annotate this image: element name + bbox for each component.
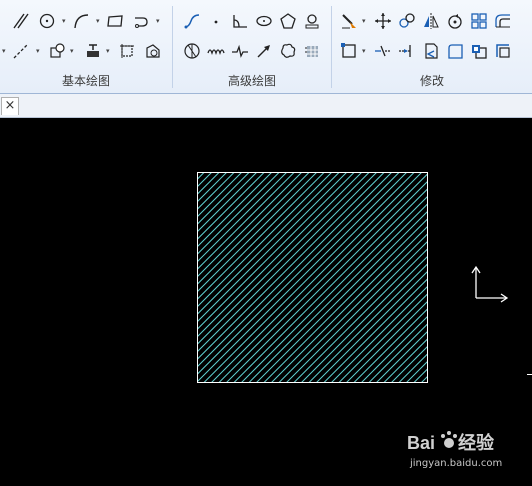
angle-dimension-icon[interactable] — [229, 10, 251, 32]
ucs-axis-icon — [471, 265, 509, 303]
scale-icon[interactable] — [492, 40, 514, 62]
copy-object-icon[interactable] — [396, 10, 418, 32]
drawing-tab-bar: × — [0, 94, 532, 118]
region-icon[interactable] — [142, 40, 164, 62]
arrow-leader-icon[interactable] — [253, 40, 275, 62]
row2-dropdown-icon[interactable]: ▾ — [2, 48, 6, 55]
crosshair-tick — [527, 374, 532, 375]
revcloud-icon[interactable] — [205, 40, 227, 62]
breakline-icon[interactable] — [229, 40, 251, 62]
erase-icon[interactable] — [338, 10, 360, 32]
baidu-jingyan-watermark: Bai 经验 jingyan.baidu.com — [405, 428, 532, 478]
move-icon[interactable] — [372, 10, 394, 32]
circle-dropdown-icon[interactable]: ▾ — [62, 18, 66, 25]
hatched-rectangle[interactable] — [197, 172, 428, 383]
arc-icon[interactable] — [70, 10, 92, 32]
watermark-url: jingyan.baidu.com — [410, 458, 503, 469]
group-basic-drawing: ▾ ▾ ▾ ▾ ▾ ▾ ▾ 基本绘图 — [0, 0, 172, 93]
group-advanced-drawing: 高级绘图 — [173, 0, 331, 93]
text-icon[interactable] — [82, 40, 104, 62]
construction-dropdown-icon[interactable]: ▾ — [36, 48, 40, 55]
group-modify: ▾ ▾ 修改 — [332, 0, 532, 93]
construction-line-icon[interactable] — [10, 40, 32, 62]
fillet-icon[interactable] — [444, 40, 466, 62]
block-insert-icon[interactable] — [46, 40, 68, 62]
baidu-logo-icon: Bai 经验 — [407, 431, 495, 453]
arc-dropdown-icon[interactable]: ▾ — [96, 18, 100, 25]
point-icon[interactable] — [205, 10, 227, 32]
group-label-advanced: 高级绘图 — [227, 74, 276, 88]
user-icon[interactable] — [301, 10, 323, 32]
donut-icon[interactable] — [181, 40, 203, 62]
hatch-boundary-icon[interactable] — [116, 40, 138, 62]
close-tab-button[interactable]: × — [1, 97, 19, 115]
wipeout-icon[interactable] — [277, 40, 299, 62]
table-grid-icon[interactable] — [301, 40, 323, 62]
polyline-icon[interactable] — [130, 10, 152, 32]
explode-icon[interactable] — [468, 40, 490, 62]
ribbon-toolbar: ▾ ▾ ▾ ▾ ▾ ▾ ▾ 基本绘图 高级绘图 ▾ ▾ 修改 — [0, 0, 532, 94]
svg-text:Bai: Bai — [407, 433, 435, 453]
circle-icon[interactable] — [36, 10, 58, 32]
block-dropdown-icon[interactable]: ▾ — [70, 48, 74, 55]
line-icon[interactable] — [10, 10, 32, 32]
break-icon[interactable] — [420, 40, 442, 62]
ellipse-icon[interactable] — [253, 10, 275, 32]
svg-text:经验: 经验 — [458, 432, 495, 453]
extend-icon[interactable] — [396, 40, 418, 62]
offset-icon[interactable] — [492, 10, 514, 32]
group-label-basic: 基本绘图 — [61, 74, 110, 88]
group-label-modify: 修改 — [419, 74, 444, 88]
spline-icon[interactable] — [181, 10, 203, 32]
erase-dropdown-icon[interactable]: ▾ — [362, 18, 366, 25]
rectangle-icon[interactable] — [104, 10, 126, 32]
text-dropdown-icon[interactable]: ▾ — [106, 48, 110, 55]
stretch-icon[interactable] — [338, 40, 360, 62]
hatch-pattern — [197, 172, 428, 383]
mirror-icon[interactable] — [420, 10, 442, 32]
polyline-dropdown-icon[interactable]: ▾ — [156, 18, 160, 25]
array-icon[interactable] — [468, 10, 490, 32]
rotate-icon[interactable] — [444, 10, 466, 32]
stretch-dropdown-icon[interactable]: ▾ — [362, 48, 366, 55]
polygon-icon[interactable] — [277, 10, 299, 32]
trim-icon[interactable] — [372, 40, 394, 62]
